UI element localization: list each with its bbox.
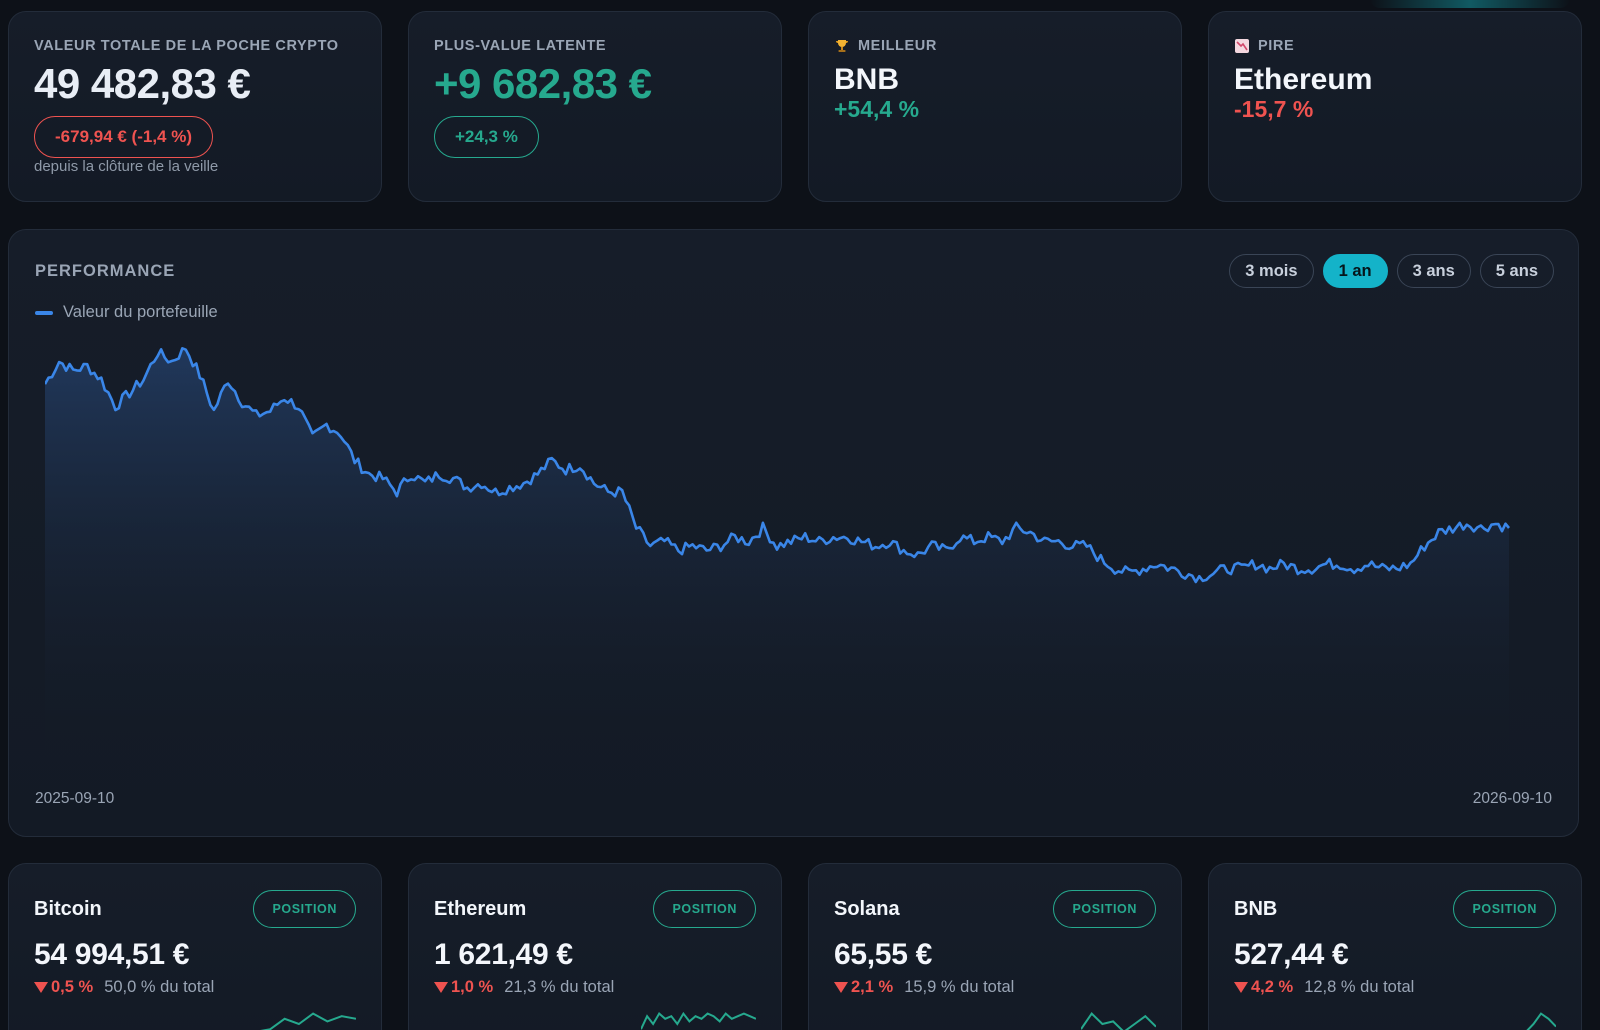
kpi-worst-header: PIRE: [1234, 38, 1556, 54]
asset-share: 15,9 % du total: [904, 978, 1015, 996]
asset-change-value: 1,0 %: [451, 978, 494, 996]
asset-name: Solana: [834, 897, 900, 920]
kpi-best-label: MEILLEUR: [858, 38, 937, 54]
asset-card-ethereum[interactable]: Ethereum POSITION 1 621,49 € 1,0 % 21,3 …: [408, 863, 782, 1030]
sparkline-path: [260, 1012, 356, 1030]
performance-title: PERFORMANCE: [35, 262, 176, 280]
kpi-gain-label: PLUS-VALUE LATENTE: [434, 38, 607, 54]
asset-change-value: 0,5 %: [51, 978, 94, 996]
asset-sparkline: [1081, 1012, 1156, 1030]
asset-meta: 4,2 % 12,8 % du total: [1234, 978, 1556, 997]
kpi-worst-name: Ethereum: [1234, 63, 1373, 96]
performance-card: PERFORMANCE Valeur du portefeuille 3 moi…: [8, 229, 1579, 837]
kpi-gain-value: +9 682,83 €: [434, 60, 652, 107]
asset-header: Solana POSITION: [834, 890, 1156, 928]
triangle-down-icon: [1234, 982, 1248, 993]
triangle-down-icon: [834, 982, 848, 993]
position-badge[interactable]: POSITION: [253, 890, 356, 928]
performance-chart[interactable]: [45, 330, 1525, 770]
kpi-best-card: MEILLEUR BNB +54,4 %: [808, 11, 1182, 202]
chart-down-icon: [1234, 38, 1250, 54]
asset-name: Bitcoin: [34, 897, 102, 920]
chart-legend: Valeur du portefeuille: [35, 303, 218, 322]
asset-name: BNB: [1234, 897, 1278, 920]
kpi-worst-label: PIRE: [1258, 38, 1295, 54]
kpi-gain-pct-badge: +24,3 %: [434, 116, 539, 159]
kpi-total-value-card: VALEUR TOTALE DE LA POCHE CRYPTO 49 482,…: [8, 11, 382, 202]
asset-price: 54 994,51 €: [34, 938, 190, 971]
triangle-down-icon: [34, 982, 48, 993]
asset-change-value: 2,1 %: [851, 978, 894, 996]
kpi-worst-pct: -15,7 %: [1234, 96, 1314, 122]
range-selector: 3 mois 1 an 3 ans 5 ans: [1229, 254, 1554, 288]
asset-change: 1,0 %: [434, 978, 493, 997]
kpi-total-label: VALEUR TOTALE DE LA POCHE CRYPTO: [34, 38, 339, 54]
asset-change: 2,1 %: [834, 978, 893, 997]
trophy-icon: [834, 38, 850, 54]
asset-sparkline: [260, 1012, 356, 1030]
asset-meta: 0,5 % 50,0 % du total: [34, 978, 356, 997]
asset-card-solana[interactable]: Solana POSITION 65,55 € 2,1 % 15,9 % du …: [808, 863, 1182, 1030]
asset-header: BNB POSITION: [1234, 890, 1556, 928]
top-tab-glow: [1370, 0, 1570, 8]
range-button-3m[interactable]: 3 mois: [1229, 254, 1314, 288]
range-button-5y[interactable]: 5 ans: [1479, 254, 1554, 288]
asset-header: Bitcoin POSITION: [34, 890, 356, 928]
kpi-best-pct: +54,4 %: [834, 96, 920, 122]
range-button-3y[interactable]: 3 ans: [1396, 254, 1471, 288]
asset-share: 21,3 % du total: [504, 978, 615, 996]
asset-share: 50,0 % du total: [104, 978, 215, 996]
position-badge[interactable]: POSITION: [1053, 890, 1156, 928]
kpi-total-subtitle: depuis la clôture de la veille: [34, 158, 219, 176]
range-button-1y[interactable]: 1 an: [1322, 254, 1388, 288]
kpi-unrealized-gain-card: PLUS-VALUE LATENTE +9 682,83 € +24,3 %: [408, 11, 782, 202]
asset-price: 1 621,49 €: [434, 938, 573, 971]
chart-end-date: 2026-09-10: [1472, 790, 1552, 807]
asset-meta: 2,1 % 15,9 % du total: [834, 978, 1156, 997]
kpi-worst-card: PIRE Ethereum -15,7 %: [1208, 11, 1582, 202]
sparkline-path: [641, 1011, 756, 1030]
asset-header: Ethereum POSITION: [434, 890, 756, 928]
asset-change: 0,5 %: [34, 978, 93, 997]
asset-change: 4,2 %: [1234, 978, 1293, 997]
kpi-best-header: MEILLEUR: [834, 38, 1156, 54]
asset-price: 65,55 €: [834, 938, 932, 971]
asset-name: Ethereum: [434, 897, 527, 920]
chart-start-date: 2025-09-10: [35, 790, 115, 807]
asset-share: 12,8 % du total: [1304, 978, 1415, 996]
position-badge[interactable]: POSITION: [653, 890, 756, 928]
sparkline-path: [1526, 1012, 1556, 1030]
kpi-total-change-badge: -679,94 € (-1,4 %): [34, 116, 214, 159]
kpi-best-name: BNB: [834, 63, 899, 96]
position-badge[interactable]: POSITION: [1453, 890, 1556, 928]
asset-price: 527,44 €: [1234, 938, 1349, 971]
triangle-down-icon: [434, 982, 448, 993]
asset-card-bnb[interactable]: BNB POSITION 527,44 € 4,2 % 12,8 % du to…: [1208, 863, 1582, 1030]
sparkline-path: [1081, 1012, 1156, 1030]
dashboard: VALEUR TOTALE DE LA POCHE CRYPTO 49 482,…: [0, 0, 1600, 1030]
asset-change-value: 4,2 %: [1251, 978, 1294, 996]
legend-swatch: [35, 310, 53, 315]
asset-sparkline: [1526, 1012, 1556, 1030]
asset-card-bitcoin[interactable]: Bitcoin POSITION 54 994,51 € 0,5 % 50,0 …: [8, 863, 382, 1030]
chart-area-fill: [45, 348, 1509, 760]
asset-meta: 1,0 % 21,3 % du total: [434, 978, 756, 997]
legend-label: Valeur du portefeuille: [63, 303, 218, 321]
asset-sparkline: [641, 1011, 756, 1030]
kpi-total-value: 49 482,83 €: [34, 60, 251, 107]
